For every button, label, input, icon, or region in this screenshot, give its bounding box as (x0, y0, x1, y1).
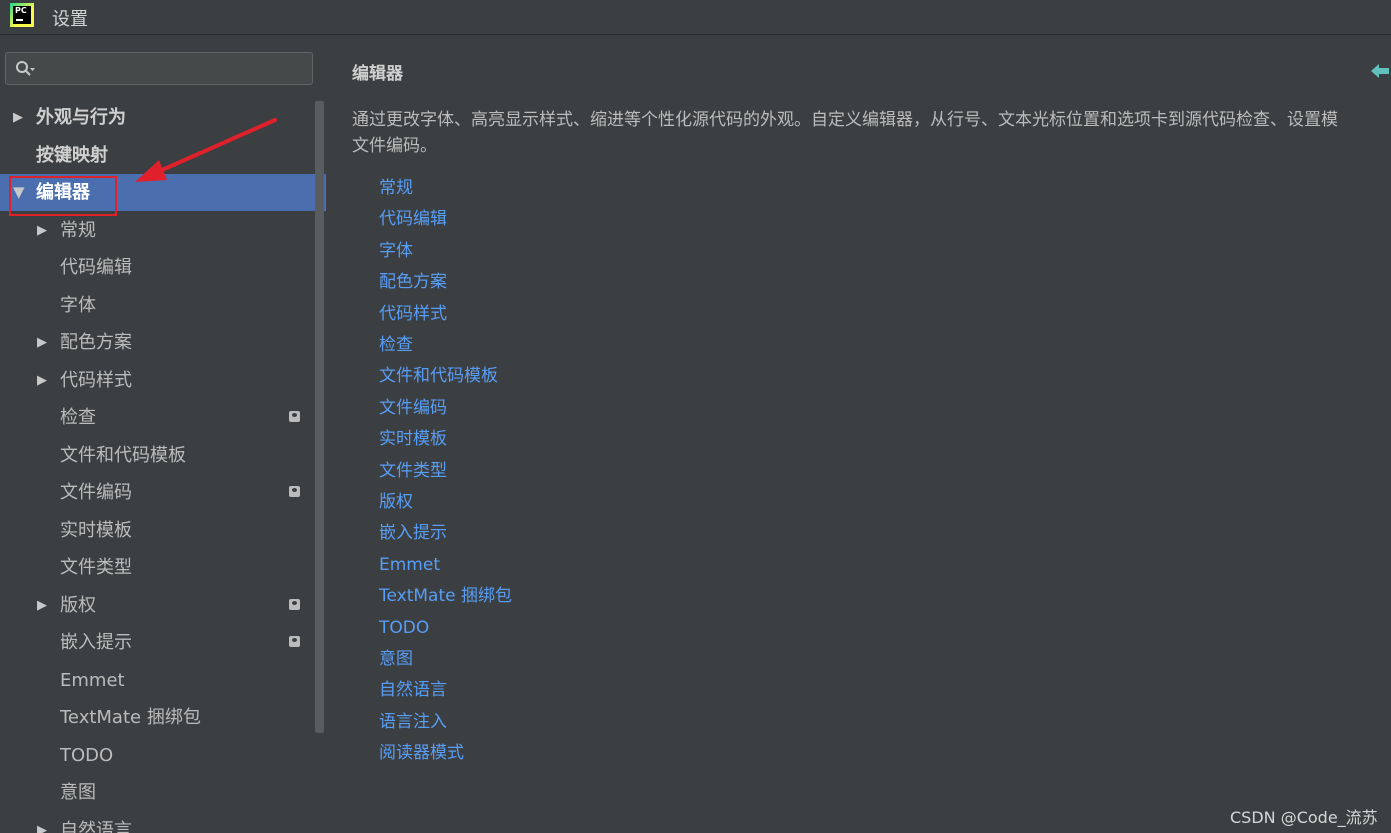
tree-item[interactable]: TODO (0, 737, 326, 774)
subpage-link[interactable]: TODO (379, 615, 429, 641)
expand-arrow-icon[interactable]: ▶ (37, 212, 47, 249)
project-scope-icon (289, 636, 300, 647)
tree-item[interactable]: 字体 (0, 287, 326, 324)
tree-item-label: 版权 (60, 594, 96, 616)
annotation-arrow-icon (135, 118, 277, 182)
sidebar-scrollbar[interactable] (313, 101, 325, 833)
expand-arrow-icon[interactable]: ▶ (37, 324, 47, 361)
search-icon (16, 61, 35, 76)
subpage-link[interactable]: Emmet (379, 552, 440, 578)
subpage-link[interactable]: 常规 (379, 175, 413, 201)
page-description: 通过更改字体、高亮显示样式、缩进等个性化源代码的外观。自定义编辑器，从行号、文本… (352, 107, 1391, 159)
logo-text: PC (15, 6, 27, 15)
tree-item[interactable]: ▶ 版权 (0, 587, 326, 624)
tree-item[interactable]: Emmet (0, 662, 326, 699)
project-scope-icon (289, 411, 300, 422)
scrollbar-thumb[interactable] (315, 101, 324, 733)
subpage-link[interactable]: 意图 (379, 646, 413, 672)
tree-item-label: TODO (60, 744, 114, 766)
tree-item[interactable]: ▶ 配色方案 (0, 324, 326, 361)
subpage-link[interactable]: 版权 (379, 489, 413, 515)
tree-item-label: 外观与行为 (36, 107, 126, 128)
tree-item-label: 实时模板 (60, 519, 132, 541)
subpage-link[interactable]: 阅读器模式 (379, 740, 464, 766)
subpage-link[interactable]: 文件类型 (379, 458, 447, 484)
expand-arrow-icon[interactable]: ▶ (13, 99, 23, 136)
tree-item-label: 文件和代码模板 (60, 444, 186, 466)
tree-item[interactable]: 嵌入提示 (0, 624, 326, 661)
search-input[interactable] (46, 57, 310, 81)
tree-item-label: 按键映射 (36, 144, 108, 166)
tree-item-label: 检查 (60, 407, 96, 428)
project-scope-icon (289, 598, 300, 610)
tree-item[interactable]: 代码编辑 (0, 249, 326, 286)
subpage-link[interactable]: 嵌入提示 (379, 520, 447, 546)
tree-item-label: 文件编码 (60, 482, 132, 503)
tree-item-label: 代码样式 (60, 369, 132, 391)
tree-item-label: TextMate 捆绑包 (60, 707, 201, 728)
search-field[interactable] (5, 52, 313, 85)
tree-item[interactable]: 文件编码 (0, 474, 326, 511)
subpage-link[interactable]: 文件编码 (379, 395, 447, 421)
tree-item-label: 代码编辑 (60, 257, 132, 278)
tree-item[interactable]: TextMate 捆绑包 (0, 699, 326, 736)
tree-item-label: 常规 (60, 219, 96, 241)
annotation-highlight-box (9, 176, 117, 216)
watermark: CSDN @Code_流苏 (1230, 808, 1378, 827)
expand-arrow-icon[interactable]: ▶ (37, 362, 47, 399)
tree-item[interactable]: 实时模板 (0, 512, 326, 549)
subpage-link[interactable]: 配色方案 (379, 269, 447, 295)
subpage-link[interactable]: 代码样式 (379, 301, 447, 327)
subpage-link[interactable]: 语言注入 (379, 709, 447, 735)
page-title: 编辑器 (352, 64, 403, 84)
description-line-2: 文件编码。 (352, 136, 437, 156)
tree-item[interactable]: 文件和代码模板 (0, 437, 326, 474)
subpage-link[interactable]: 代码编辑 (379, 206, 447, 232)
tree-item[interactable]: ▶ 自然语言 (0, 812, 326, 833)
tree-item-label: Emmet (60, 669, 125, 691)
tree-item-label: 字体 (60, 294, 96, 316)
pycharm-logo-icon: PC (10, 3, 34, 27)
tree-item-label: 文件类型 (60, 557, 132, 578)
tree-item[interactable]: 文件类型 (0, 549, 326, 586)
tree-item-label: 自然语言 (60, 819, 132, 833)
tree-item-label: 嵌入提示 (60, 632, 132, 653)
tree-item[interactable]: 检查 (0, 399, 326, 436)
tree-item[interactable]: ▶ 代码样式 (0, 362, 326, 399)
expand-arrow-icon[interactable]: ▶ (37, 812, 47, 833)
expand-arrow-icon[interactable]: ▶ (37, 587, 47, 624)
subpage-link[interactable]: 字体 (379, 238, 413, 264)
project-scope-icon (289, 486, 300, 497)
description-line-1: 通过更改字体、高亮显示样式、缩进等个性化源代码的外观。自定义编辑器，从行号、文本… (352, 110, 1338, 130)
subpage-link[interactable]: TextMate 捆绑包 (379, 583, 512, 609)
settings-content-panel: 编辑器 通过更改字体、高亮显示样式、缩进等个性化源代码的外观。自定义编辑器，从行… (326, 35, 1391, 833)
tree-item[interactable]: 意图 (0, 774, 326, 811)
subpage-link[interactable]: 自然语言 (379, 677, 447, 703)
subpage-link[interactable]: 实时模板 (379, 426, 447, 452)
tree-item-label: 配色方案 (60, 332, 132, 353)
title-bar: PC 设置 (0, 0, 1391, 35)
subpage-link[interactable]: 检查 (379, 332, 413, 358)
subpage-link[interactable]: 文件和代码模板 (379, 363, 498, 389)
window-title: 设置 (52, 9, 88, 30)
tree-item[interactable]: ▶ 常规 (0, 212, 326, 249)
back-arrow-icon[interactable] (1369, 62, 1389, 80)
tree-item-label: 意图 (60, 782, 96, 803)
